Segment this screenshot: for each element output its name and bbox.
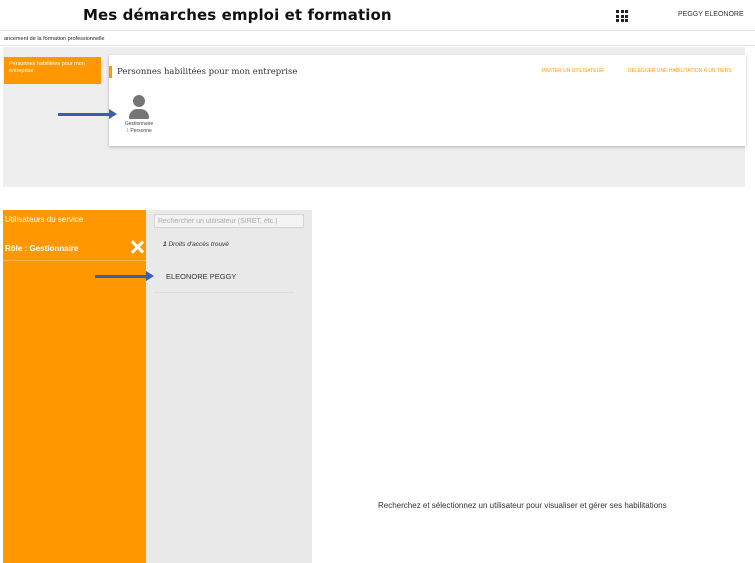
user-name-label: ELEONORE PEGGY: [166, 272, 237, 281]
sidebar-heading: Utilisateurs du service: [5, 215, 84, 224]
subtitle-bar: ancement de la formation professionnelle: [0, 30, 755, 46]
grid-apps-icon[interactable]: [616, 10, 628, 22]
result-count-label: Droits d'accès trouvé: [168, 241, 229, 248]
user-menu[interactable]: PEGGY ELEONORE: [678, 11, 744, 18]
result-count-number: 1: [163, 241, 167, 248]
sidebar-item-habilitations[interactable]: Personnes habilitées pour mon entreprise: [4, 57, 101, 84]
card-title: Personnes habilitées pour mon entreprise: [109, 66, 297, 78]
role-count-unit: Personne: [130, 128, 152, 134]
role-gestionnaire[interactable]: Gestionnaire 1 Personne: [116, 95, 162, 134]
arrow-annotation-icon: [95, 271, 154, 281]
person-icon: [128, 95, 150, 121]
role-label: Gestionnaire: [124, 121, 154, 127]
service-users-sidebar: Utilisateurs du service Rôle : Gestionna…: [3, 210, 146, 563]
invite-user-link[interactable]: INVITER UN UTILISATEUR: [542, 68, 604, 74]
habilitations-card: Personnes habilitées pour mon entreprise…: [109, 55, 746, 146]
sidebar-role-label: Rôle : Gestionnaire: [5, 244, 79, 253]
list-item[interactable]: ELEONORE PEGGY: [154, 265, 294, 293]
sidebar-divider: [3, 260, 146, 261]
result-count: 1 Droits d'accès trouvé: [163, 241, 229, 248]
delegate-habilitation-link[interactable]: DÉLÉGUER UNE HABILITATION À UN TIERS: [628, 68, 732, 74]
role-count-number: 1: [126, 128, 129, 134]
search-input[interactable]: [154, 214, 304, 228]
arrow-annotation-icon: [58, 109, 117, 119]
user-list-column: 1 Droits d'accès trouvé ELEONORE PEGGY: [146, 210, 312, 563]
role-count: 1 Personne: [116, 128, 162, 134]
page-subtitle: ancement de la formation professionnelle: [4, 36, 105, 42]
app-title: Mes démarches emploi et formation: [83, 6, 392, 24]
close-icon[interactable]: [130, 240, 144, 254]
empty-state-message: Recherchez et sélectionnez un utilisateu…: [378, 501, 667, 510]
